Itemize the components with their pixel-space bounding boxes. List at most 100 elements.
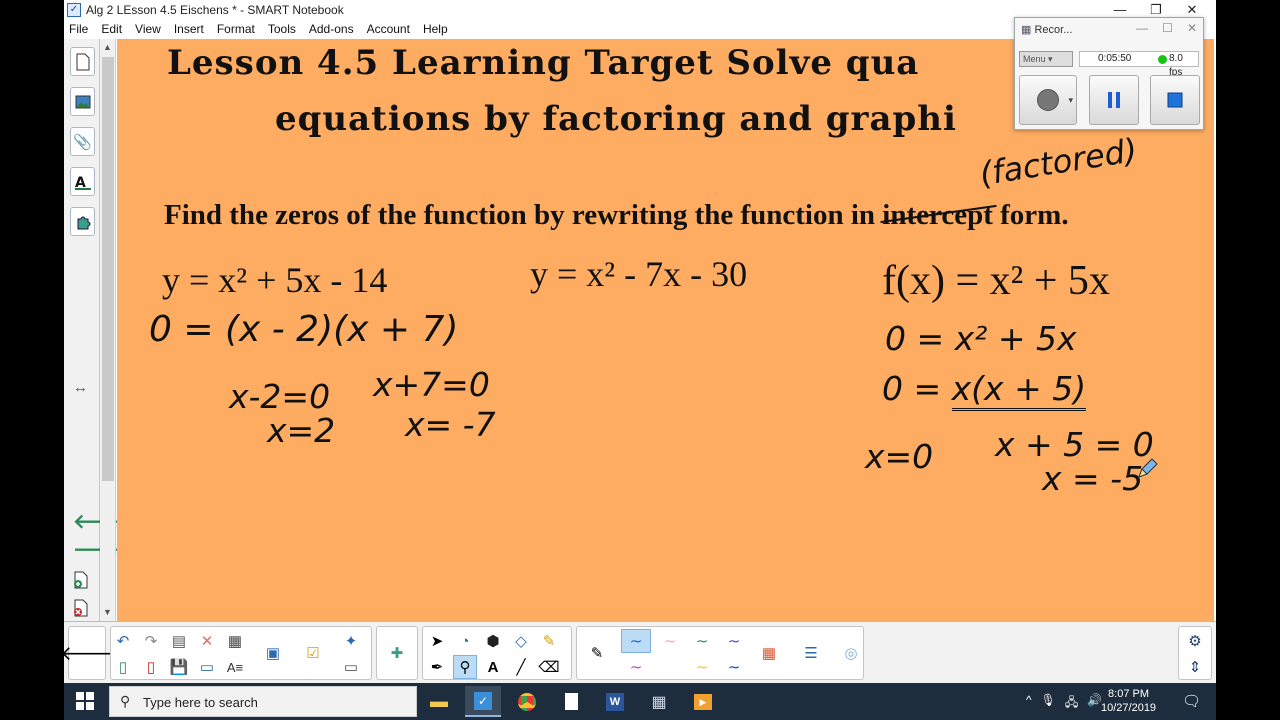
search-placeholder: Type here to search: [143, 695, 258, 710]
transparency-icon[interactable]: ◎: [839, 641, 863, 665]
pause-icon: [1108, 92, 1120, 108]
taskbar-chrome[interactable]: [509, 686, 545, 717]
add-page-toolbar-icon[interactable]: ▯: [111, 655, 135, 679]
system-tray: ^ 🎙 🖧 🔊: [1026, 693, 1102, 714]
add-ons-puzzle-icon[interactable]: ✚: [385, 641, 409, 665]
pen-style-magenta[interactable]: ∼: [621, 655, 651, 679]
menu-account[interactable]: Account: [367, 21, 410, 39]
menu-view[interactable]: View: [135, 21, 161, 39]
problem-3-step-2: 0 = x(x + 5): [882, 369, 1087, 411]
pause-button[interactable]: [1089, 75, 1139, 125]
record-icon: [1037, 89, 1059, 111]
scrollbar-thumb[interactable]: [102, 57, 114, 481]
table-icon[interactable]: ▦: [223, 629, 247, 653]
line-thickness-icon[interactable]: ☰: [799, 641, 823, 665]
taskbar-clock[interactable]: 8:07 PM 10/27/2019: [1101, 687, 1156, 715]
document-camera-icon[interactable]: ▭: [339, 655, 363, 679]
taskbar-file-explorer[interactable]: ▬: [421, 686, 457, 717]
taskbar-video-player[interactable]: ▶: [685, 686, 721, 717]
text-icon[interactable]: A: [481, 655, 505, 679]
record-button[interactable]: ▾: [1019, 75, 1077, 125]
full-screen-icon[interactable]: ▭: [195, 655, 219, 679]
add-ons-tab[interactable]: [70, 207, 95, 236]
recording-status-dot: [1158, 55, 1167, 64]
scroll-down-arrow-icon[interactable]: ▼: [103, 607, 112, 617]
taskbar-word[interactable]: W: [597, 686, 633, 717]
pen-type-icon[interactable]: ✎: [585, 641, 609, 665]
taskbar-search-box[interactable]: ⚲ Type here to search: [109, 686, 417, 717]
notifications-icon[interactable]: 🗨: [1182, 692, 1201, 710]
menu-edit[interactable]: Edit: [101, 21, 122, 39]
response-icon[interactable]: ☑: [301, 641, 325, 665]
stop-button[interactable]: [1150, 75, 1200, 125]
text-properties-icon[interactable]: A≡: [223, 655, 247, 679]
lesson-title-line-1: Lesson 4.5 Learning Target Solve qua: [167, 43, 920, 83]
window-title: Alg 2 LEsson 4.5 Eischens * - SMART Note…: [86, 3, 344, 17]
shapes-icon[interactable]: ◔: [453, 629, 477, 653]
menu-file[interactable]: File: [69, 21, 88, 39]
problem-1-equation: y = x² + 5x - 14: [162, 260, 388, 300]
delete-page-icon[interactable]: [73, 599, 89, 622]
pen-style-blue-selected[interactable]: ∼: [621, 629, 651, 653]
recorder-close-button[interactable]: ✕: [1187, 21, 1197, 35]
undo-icon[interactable]: ↶: [111, 629, 135, 653]
network-icon[interactable]: 🖧: [1065, 693, 1078, 714]
pen-icon[interactable]: ✒: [425, 655, 449, 679]
eraser-icon[interactable]: ⌫: [537, 655, 561, 679]
problem-3-equation: f(x) = x² + 5x: [882, 258, 1110, 304]
resize-sidebar-icon[interactable]: ↔: [73, 379, 88, 396]
page-sorter-tab[interactable]: [70, 47, 95, 76]
start-button[interactable]: [76, 692, 94, 715]
vertical-scrollbar[interactable]: ▲ ▼: [100, 39, 116, 621]
menu-insert[interactable]: Insert: [174, 21, 204, 39]
pen-style-purple[interactable]: ∼: [719, 629, 749, 653]
volume-icon[interactable]: 🔊: [1087, 693, 1102, 714]
show-hidden-icons-chevron[interactable]: ^: [1026, 693, 1032, 714]
taskbar-blank-document[interactable]: [553, 686, 589, 717]
taskbar-smart-notebook[interactable]: ✓: [465, 686, 501, 717]
back-arrow-icon[interactable]: 🡐: [64, 641, 114, 665]
properties-tab[interactable]: A: [70, 167, 95, 196]
toolbar-pen-properties-group: ✎ ∼ ∼ ∼ ∼ ∼ ∼ ∼ ▦ ☰ ◎: [576, 626, 864, 680]
attachments-tab[interactable]: 📎: [70, 127, 95, 156]
puzzle-icon: [77, 216, 90, 229]
paste-icon[interactable]: ▤: [167, 629, 191, 653]
menu-tools[interactable]: Tools: [268, 21, 296, 39]
scroll-up-arrow-icon[interactable]: ▲: [103, 42, 112, 52]
menu-help[interactable]: Help: [423, 21, 448, 39]
recorder-title-text: Recor...: [1034, 24, 1073, 36]
screen-shade-icon[interactable]: ▣: [261, 641, 285, 665]
highlighter-icon[interactable]: ✎: [537, 629, 561, 653]
screen: ✓ Alg 2 LEsson 4.5 Eischens * - SMART No…: [64, 0, 1216, 720]
recorder-title: ▦ Recor...: [1021, 23, 1072, 36]
regular-polygons-icon[interactable]: ⬢: [481, 629, 505, 653]
settings-gear-icon[interactable]: ⚙: [1183, 629, 1207, 653]
folder-icon: ▬: [430, 691, 448, 711]
pen-style-green[interactable]: ∼: [687, 629, 717, 653]
recorder-menu-dropdown[interactable]: Menu ▾: [1019, 51, 1073, 67]
menu-add-ons[interactable]: Add-ons: [309, 21, 354, 39]
pen-style-dark-blue[interactable]: ∼: [719, 655, 749, 679]
activity-builder-icon[interactable]: ✦: [339, 629, 363, 653]
line-icon[interactable]: ╱: [509, 655, 533, 679]
pen-style-yellow[interactable]: ∼: [687, 655, 717, 679]
menu-format[interactable]: Format: [217, 21, 255, 39]
stop-icon: [1167, 92, 1183, 108]
taskbar-recorder[interactable]: ▦: [641, 686, 677, 717]
color-palette-icon[interactable]: ▦: [757, 641, 781, 665]
add-page-icon[interactable]: [73, 571, 89, 594]
delete-icon[interactable]: ✕: [195, 629, 219, 653]
recorder-minimize-button[interactable]: —: [1136, 21, 1148, 35]
save-icon[interactable]: 💾: [167, 655, 191, 679]
pens-selected-icon[interactable]: ⚲: [453, 655, 477, 679]
delete-page-toolbar-icon[interactable]: ▯: [139, 655, 163, 679]
redo-icon[interactable]: ↷: [139, 629, 163, 653]
recorder-maximize-button[interactable]: ☐: [1162, 21, 1173, 35]
gallery-tab[interactable]: [70, 87, 95, 116]
select-pointer-icon[interactable]: ➤: [425, 629, 449, 653]
fill-icon[interactable]: ◇: [509, 629, 533, 653]
record-options-chevron-icon[interactable]: ▾: [1068, 95, 1073, 106]
microphone-icon[interactable]: 🎙: [1041, 693, 1056, 714]
pen-style-pink[interactable]: ∼: [655, 629, 685, 653]
toolbar-position-icon[interactable]: ⇕: [1183, 655, 1207, 679]
